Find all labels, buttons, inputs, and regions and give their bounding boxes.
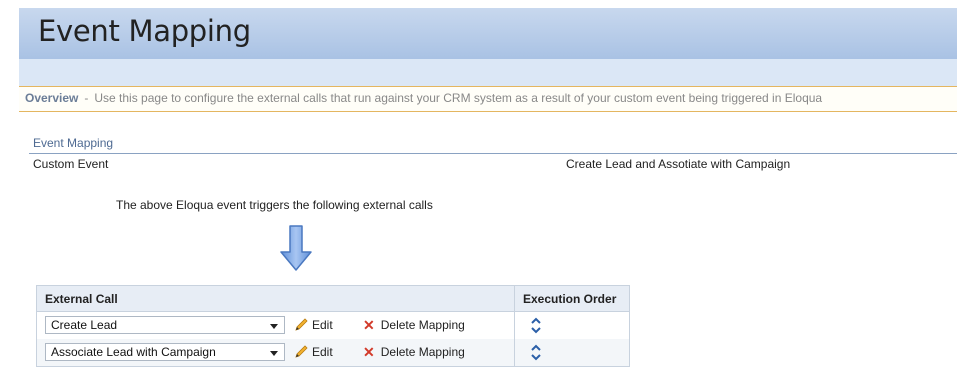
delete-label: Delete Mapping	[380, 318, 465, 332]
col-header-external-call: External Call	[36, 285, 515, 312]
sub-header-bar	[19, 59, 957, 86]
down-arrow-icon	[280, 225, 312, 271]
delete-label: Delete Mapping	[380, 345, 465, 359]
overview-label: Overview	[25, 91, 79, 105]
pencil-icon	[295, 318, 308, 331]
delete-x-icon: ✕	[363, 344, 375, 360]
pencil-icon	[295, 345, 308, 358]
select-value: Associate Lead with Campaign	[51, 345, 216, 359]
overview-text: Use this page to configure the external …	[94, 91, 823, 105]
custom-event-label: Custom Event	[33, 157, 109, 171]
page-title: Event Mapping	[38, 14, 251, 48]
sort-order-icon[interactable]	[530, 317, 542, 334]
select-value: Create Lead	[51, 318, 118, 332]
sort-order-icon[interactable]	[530, 344, 542, 361]
title-bar: Event Mapping	[19, 8, 957, 59]
external-call-select[interactable]: Create Lead	[45, 316, 285, 334]
edit-button[interactable]: Edit	[293, 317, 333, 333]
edit-label: Edit	[312, 345, 333, 359]
section-header-label: Event Mapping	[33, 136, 114, 150]
section-header: Event Mapping	[29, 135, 957, 154]
dropdown-chevron-icon	[270, 324, 278, 329]
col-header-execution-order: Execution Order	[514, 285, 630, 312]
edit-button[interactable]: Edit	[293, 344, 333, 360]
delete-mapping-button[interactable]: ✕ Delete Mapping	[363, 318, 465, 332]
overview-separator: -	[84, 91, 89, 105]
table-row: Create Lead Edit ✕ Delete Mapping	[36, 311, 630, 339]
table-row: Associate Lead with Campaign Edit ✕ Dele…	[36, 339, 630, 367]
triggers-text: The above Eloqua event triggers the foll…	[116, 198, 433, 212]
overview-bar: Overview - Use this page to configure the …	[19, 86, 957, 112]
custom-event-value: Create Lead and Assotiate with Campaign	[566, 157, 791, 171]
dropdown-chevron-icon	[270, 351, 278, 356]
external-call-select[interactable]: Associate Lead with Campaign	[45, 343, 285, 361]
delete-x-icon: ✕	[363, 317, 375, 333]
external-calls-table: External Call Execution Order Create Lea…	[36, 285, 630, 367]
edit-label: Edit	[312, 318, 333, 332]
delete-mapping-button[interactable]: ✕ Delete Mapping	[363, 345, 465, 359]
